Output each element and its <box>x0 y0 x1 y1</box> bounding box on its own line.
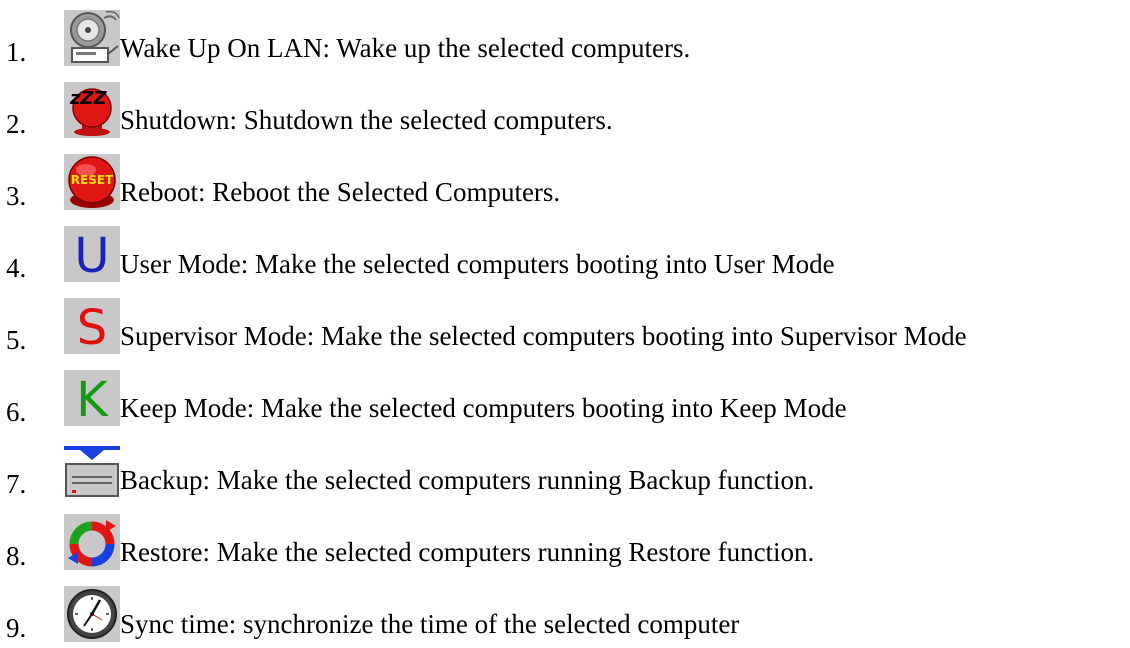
item-description: Sync time: synchronize the time of the s… <box>120 609 740 639</box>
item-description: Backup: Make the selected computers runn… <box>120 465 815 495</box>
restore-icon <box>64 514 120 570</box>
item-number: 5. <box>6 325 27 355</box>
list-item-keep-mode: 6. K Keep Mode: Make the selected comput… <box>0 360 1130 432</box>
user-letter: U <box>74 228 109 282</box>
item-description: Restore: Make the selected computers run… <box>120 537 815 567</box>
list-item-restore: 8. Restore: Make the selected computers … <box>0 504 1130 576</box>
list-item-user-mode: 4. U User Mode: Make the selected comput… <box>0 216 1130 288</box>
reset-label: RESET <box>71 173 114 187</box>
item-number: 4. <box>6 253 27 283</box>
list-item-backup: 7. Backup: Make the selected computers r… <box>0 432 1130 504</box>
item-description: Supervisor Mode: Make the selected compu… <box>120 321 967 351</box>
item-description: Reboot: Reboot the Selected Computers. <box>120 177 561 207</box>
sleep-letters: zZZ <box>69 88 108 109</box>
user-mode-icon: U <box>64 226 120 282</box>
list-item-supervisor-mode: 5. S Supervisor Mode: Make the selected … <box>0 288 1130 360</box>
item-description: User Mode: Make the selected computers b… <box>120 249 835 279</box>
keep-letter: K <box>76 372 109 426</box>
backup-icon <box>64 442 120 498</box>
wake-on-lan-icon <box>64 10 120 66</box>
item-number: 2. <box>6 109 27 139</box>
item-number: 7. <box>6 469 27 499</box>
item-description: Keep Mode: Make the selected computers b… <box>120 393 847 423</box>
shutdown-icon: zZZ <box>64 82 120 138</box>
supervisor-mode-icon: S <box>64 298 120 354</box>
clock-icon <box>64 586 120 642</box>
item-number: 9. <box>6 613 27 643</box>
item-number: 1. <box>6 37 27 67</box>
reset-icon: RESET <box>64 154 120 210</box>
item-number: 8. <box>6 541 27 571</box>
list-item-sync-time: 9. Sync time: synchronize the time of th… <box>0 576 1130 648</box>
supervisor-letter: S <box>77 300 107 354</box>
list-item-shutdown: 2. zZZ Shutdown: Shutdown the selected c… <box>0 72 1130 144</box>
item-number: 3. <box>6 181 27 211</box>
item-description: Shutdown: Shutdown the selected computer… <box>120 105 613 135</box>
item-number: 6. <box>6 397 27 427</box>
keep-mode-icon: K <box>64 370 120 426</box>
item-description: Wake Up On LAN: Wake up the selected com… <box>120 33 691 63</box>
list-item-reboot: 3. RESET Reboot: Reboot the Selected Com… <box>0 144 1130 216</box>
list-item-wake-on-lan: 1. Wake Up On LAN: Wake up the selected … <box>0 0 1130 72</box>
